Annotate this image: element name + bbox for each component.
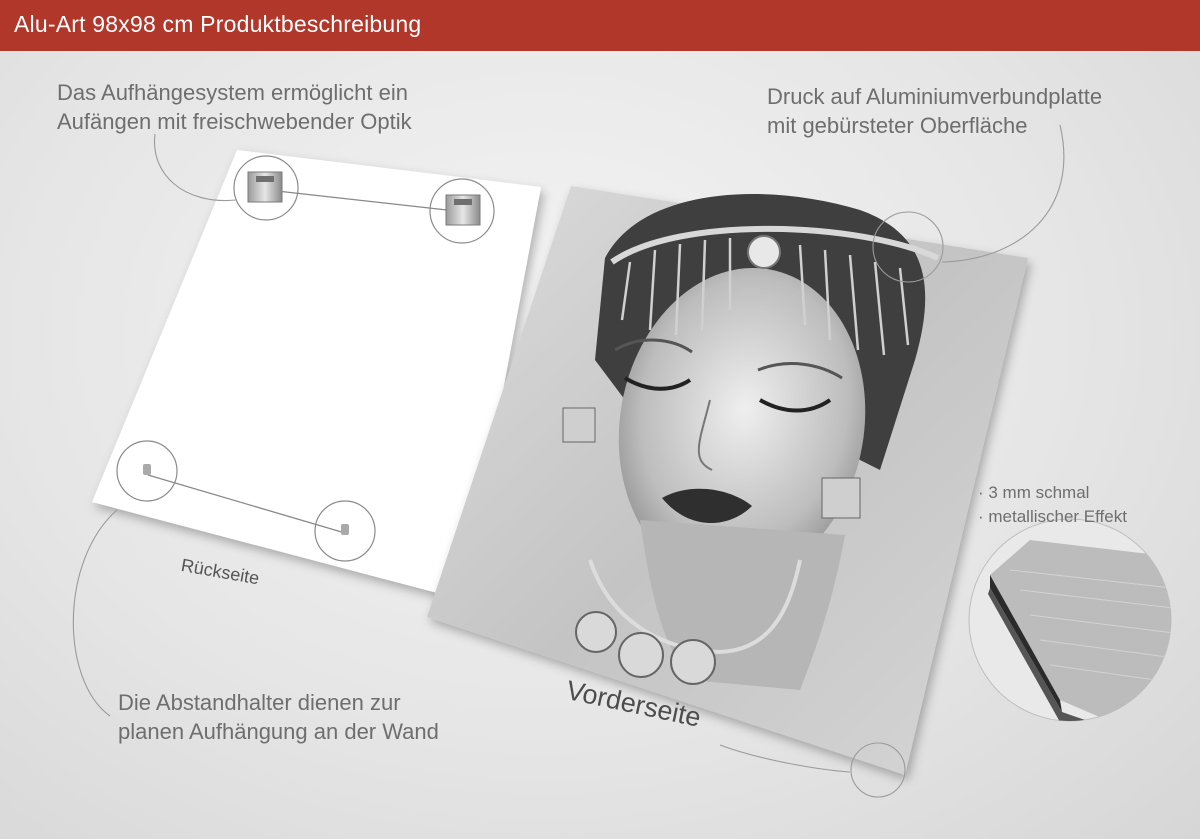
print-surface-line-2: mit gebürsteter Oberfläche (767, 113, 1028, 138)
print-surface-line-1: Druck auf Aluminiumverbundplatte (767, 84, 1103, 109)
aluminium-edge-icon (968, 518, 1172, 722)
spacers-line-1: Die Abstandhalter dienen zur (118, 690, 401, 715)
hanging-system-line-2: Aufängen mit freischwebender Optik (57, 109, 412, 134)
feature-list: · 3 mm schmal · metallischer Effekt (978, 481, 1127, 529)
feature-item-thickness: · 3 mm schmal (978, 483, 1090, 502)
print-surface-caption: Druck auf Aluminiumverbundplatte mit geb… (767, 82, 1102, 140)
feature-item-metallic: · metallischer Effekt (978, 507, 1127, 526)
spacers-line-2: planen Aufhängung an der Wand (118, 719, 439, 744)
spacers-caption: Die Abstandhalter dienen zur planen Aufh… (118, 688, 439, 746)
hanging-system-line-1: Das Aufhängesystem ermöglicht ein (57, 80, 408, 105)
hanging-system-caption: Das Aufhängesystem ermöglicht ein Aufäng… (57, 78, 412, 136)
